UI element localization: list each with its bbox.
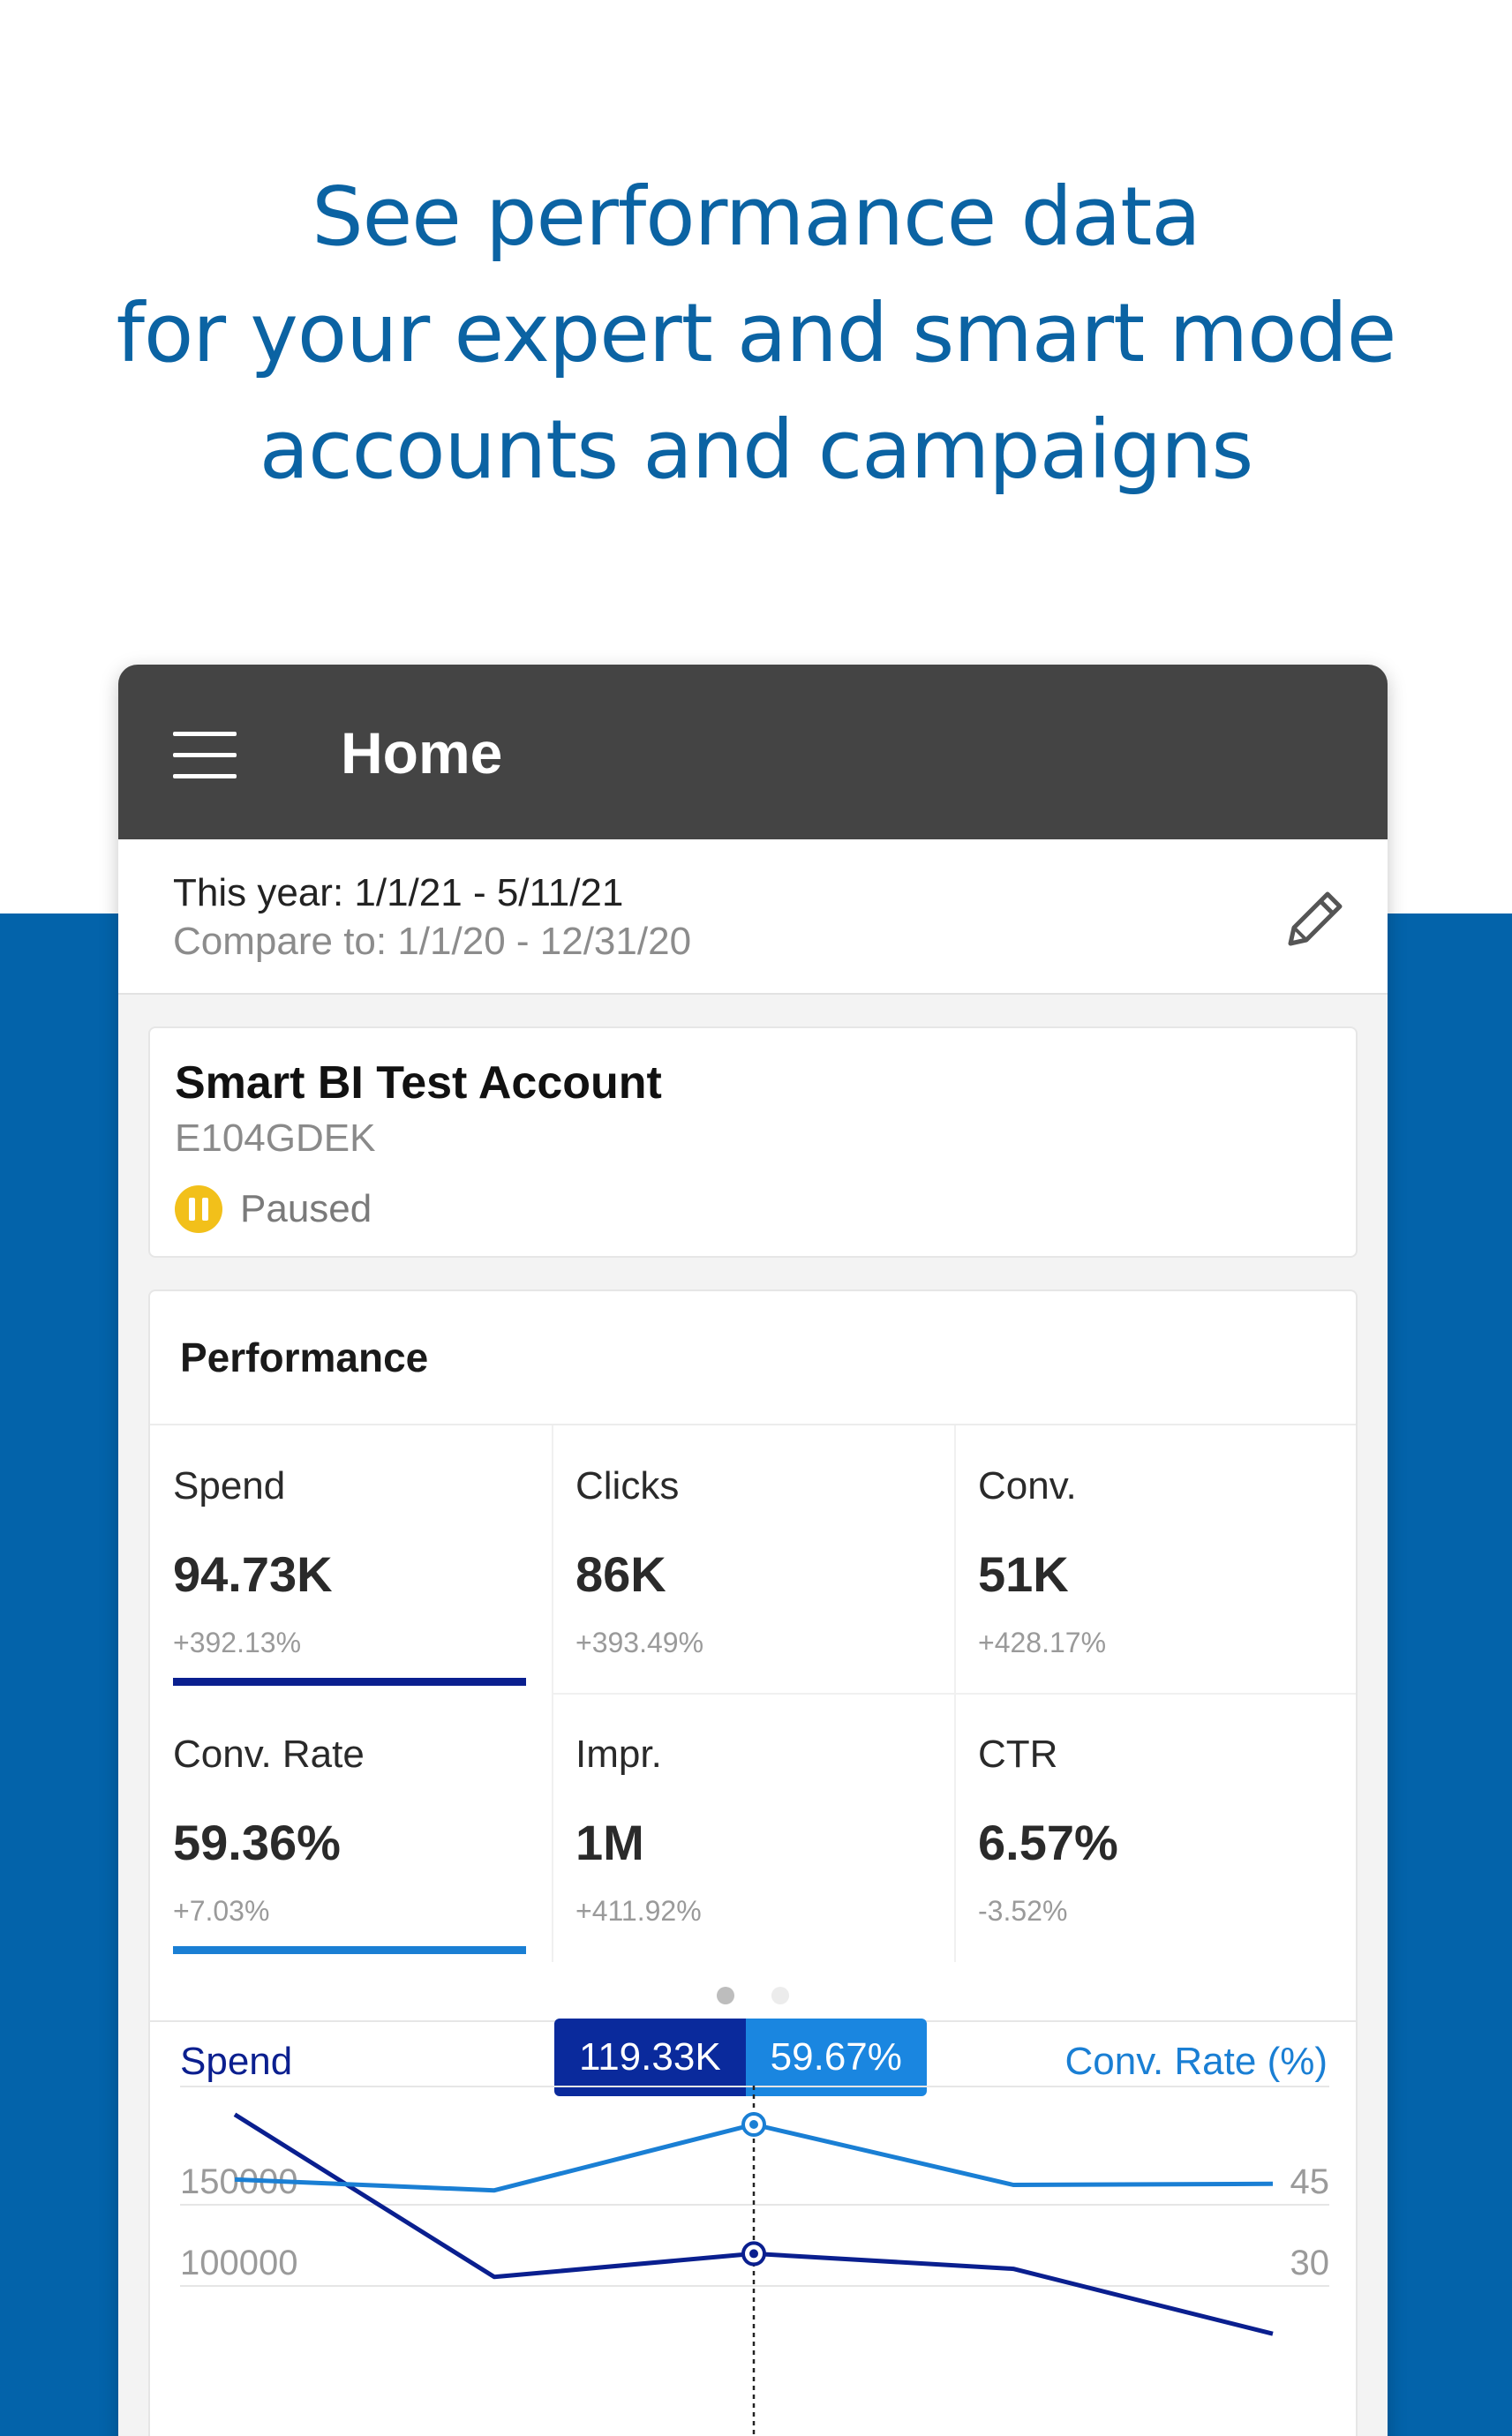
account-id: E104GDEK [175,1116,376,1160]
selected-indicator [173,1678,526,1686]
tooltip-spend-value: 119.33K [554,2019,746,2096]
metric-label: Impr. [575,1733,662,1776]
right-axis-label[interactable]: Conv. Rate (%) [1065,2040,1328,2084]
metric-value: 94.73K [173,1546,333,1602]
page-dot[interactable] [771,1987,789,2004]
performance-card: Performance Spend 94.73K +392.13% Clicks… [148,1289,1358,2436]
metric-spend[interactable]: Spend 94.73K +392.13% [150,1425,553,1692]
status-text: Paused [240,1187,372,1230]
metric-change: +411.92% [575,1895,702,1927]
metric-label: Spend [173,1464,286,1507]
metric-label: Clicks [575,1464,680,1507]
app-bar: Home [118,665,1388,839]
divider [553,1693,1356,1695]
metric-change: -3.52% [978,1895,1068,1927]
left-axis-tick-label: 100000 [180,2244,297,2282]
left-axis-label[interactable]: Spend [180,2040,292,2084]
metric-value: 86K [575,1546,666,1602]
headline-line-1: See performance data [312,169,1201,264]
account-name: Smart BI Test Account [175,1057,662,1109]
date-range-compare: Compare to: 1/1/20 - 12/31/20 [173,920,692,963]
performance-title: Performance [180,1335,429,1380]
metric-value: 6.57% [978,1815,1118,1870]
metric-label: Conv. Rate [173,1733,365,1776]
page-indicator [150,1987,1356,2004]
account-card[interactable]: Smart BI Test Account E104GDEK Paused [148,1026,1358,1258]
highlight-point-center [749,2249,758,2259]
page-title: Home [341,720,503,786]
selected-indicator [173,1946,526,1954]
metric-value: 51K [978,1546,1069,1602]
account-status: Paused [175,1185,372,1233]
tooltip-conv-rate-value: 59.67% [745,2019,927,2096]
date-range-current: This year: 1/1/21 - 5/11/21 [173,871,624,914]
right-axis-tick-label: 30 [1290,2244,1330,2282]
metric-conversions[interactable]: Conv. 51K +428.17% [955,1425,1356,1692]
metric-conv-rate[interactable]: Conv. Rate 59.36% +7.03% [150,1694,553,1960]
metric-change: +428.17% [978,1627,1107,1658]
pause-icon [175,1185,222,1233]
hamburger-menu-icon[interactable] [173,732,237,779]
performance-chart[interactable]: 1500001000004530 [150,2086,1358,2436]
metric-ctr[interactable]: CTR 6.57% -3.52% [955,1694,1356,1960]
metric-impressions[interactable]: Impr. 1M +411.92% [553,1694,955,1960]
metric-change: +393.49% [575,1627,704,1658]
pencil-icon[interactable] [1280,883,1350,954]
metric-label: Conv. [978,1464,1077,1507]
headline-line-3: accounts and campaigns [259,402,1254,497]
metric-value: 59.36% [173,1815,341,1870]
date-range-bar[interactable]: This year: 1/1/21 - 5/11/21 Compare to: … [118,839,1388,995]
page-dot-active[interactable] [717,1987,734,2004]
phone-screen: Home This year: 1/1/21 - 5/11/21 Compare… [118,665,1388,2436]
headline-line-2: for your expert and smart mode [116,286,1397,380]
metric-clicks[interactable]: Clicks 86K +393.49% [553,1425,955,1692]
right-axis-tick-label: 45 [1290,2162,1330,2201]
metric-label: CTR [978,1733,1058,1776]
highlight-point-center [749,2120,758,2130]
metric-change: +7.03% [173,1895,270,1927]
metric-change: +392.13% [173,1627,302,1658]
promo-headline: See performance data for your expert and… [0,159,1512,508]
chart-tooltip: 119.33K 59.67% [554,2019,927,2096]
metric-value: 1M [575,1815,644,1870]
